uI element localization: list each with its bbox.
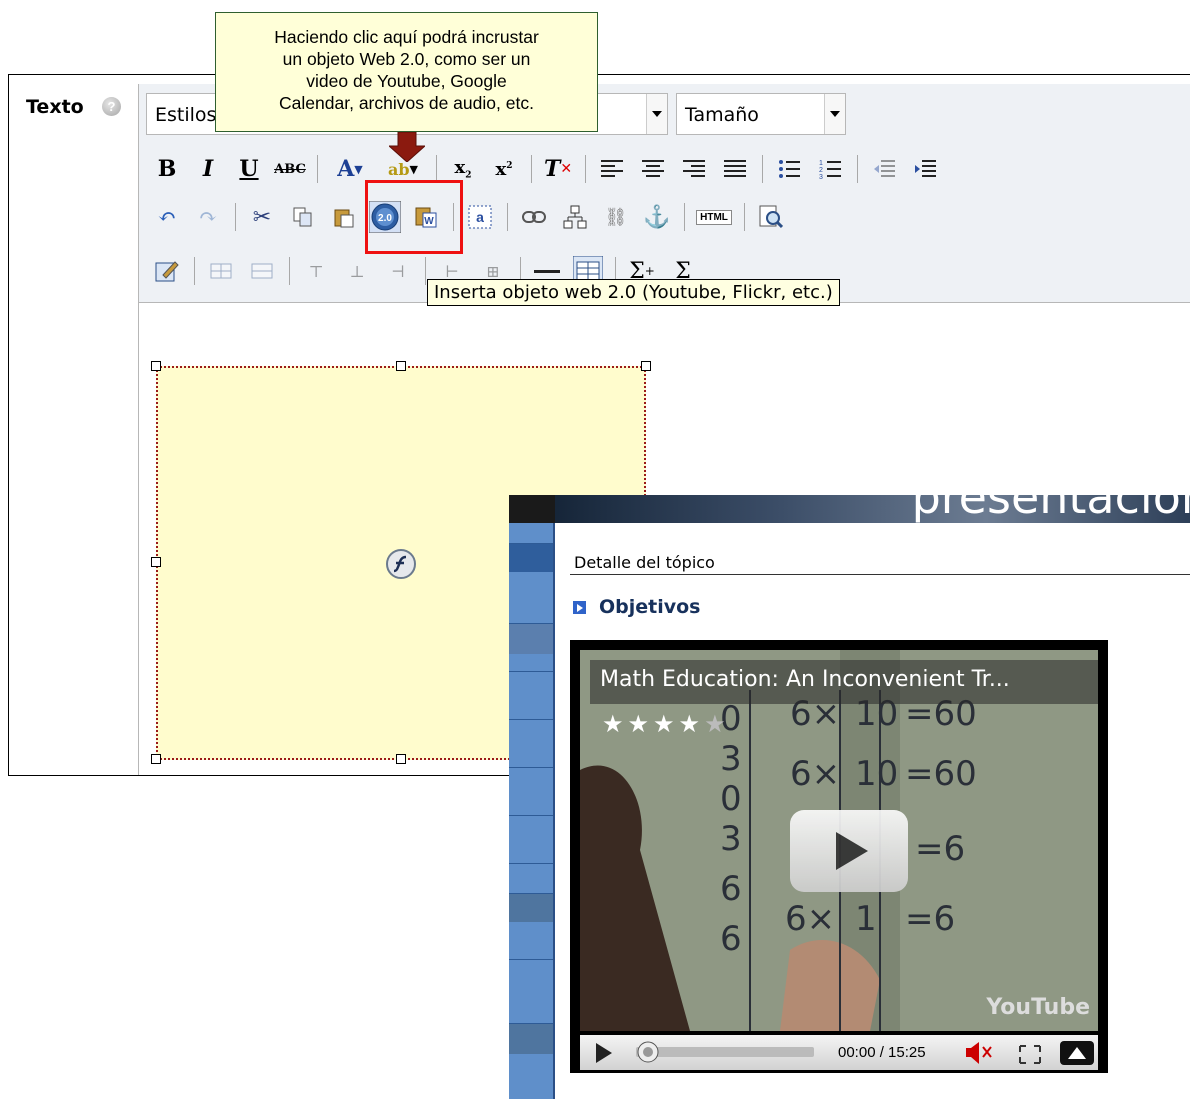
html-source-button[interactable]: HTML bbox=[694, 200, 734, 234]
play-icon[interactable] bbox=[596, 1043, 612, 1063]
size-select-value: Tamaño bbox=[685, 104, 759, 126]
align-right-icon[interactable] bbox=[677, 152, 711, 186]
resize-handle[interactable] bbox=[151, 557, 161, 567]
page-banner: presentación bbox=[509, 495, 1190, 524]
highlight-box bbox=[365, 180, 463, 254]
table-cell-icon[interactable] bbox=[245, 254, 279, 288]
svg-text:6: 6 bbox=[720, 869, 742, 909]
arrow-down-icon bbox=[389, 132, 425, 162]
styles-select-value: Estilos bbox=[155, 104, 217, 126]
subsection-title[interactable]: Objetivos bbox=[599, 596, 701, 618]
resize-handle[interactable] bbox=[396, 754, 406, 764]
play-square-icon bbox=[573, 601, 586, 614]
callout-line: video de Youtube, Google bbox=[306, 71, 507, 91]
html-label: HTML bbox=[696, 209, 732, 225]
fullscreen-icon[interactable] bbox=[1019, 1045, 1041, 1064]
edit-form-icon[interactable] bbox=[150, 254, 184, 288]
callout-line: un objeto Web 2.0, como ser un bbox=[282, 49, 531, 69]
video-title[interactable]: Math Education: An Inconvenient Tr... bbox=[590, 660, 1098, 704]
strikethrough-icon[interactable]: ABC bbox=[273, 152, 307, 186]
delete-row-icon[interactable]: ⊣ bbox=[381, 254, 415, 288]
banner-left bbox=[509, 495, 555, 523]
svg-text:1: 1 bbox=[855, 899, 877, 939]
redo-icon[interactable]: ↷ bbox=[191, 200, 225, 234]
chevron-down-icon[interactable] bbox=[824, 94, 845, 134]
callout-line: Calendar, archivos de audio, etc. bbox=[279, 93, 534, 113]
insert-row-after-icon[interactable]: ⊥ bbox=[340, 254, 374, 288]
svg-text:=6: =6 bbox=[905, 899, 955, 939]
align-center-icon[interactable] bbox=[636, 152, 670, 186]
play-button[interactable] bbox=[790, 810, 908, 892]
published-page-preview: presentación Detalle del tópico Objetivo… bbox=[509, 495, 1190, 1099]
cut-icon[interactable]: ✂ bbox=[245, 200, 279, 234]
banner-text: presentación bbox=[911, 495, 1190, 524]
left-sidebar bbox=[509, 523, 555, 1099]
divider bbox=[570, 574, 1190, 575]
youtube-logo: YouTube bbox=[986, 995, 1090, 1020]
svg-text:=6: =6 bbox=[915, 829, 965, 869]
size-select[interactable]: Tamaño bbox=[676, 93, 846, 135]
svg-text:3: 3 bbox=[720, 819, 742, 859]
indent-icon[interactable] bbox=[908, 152, 942, 186]
video-frame[interactable]: 6× 10 =60 6× 10 =60 =6 6× 1 =6 030 366 Math Ed… bbox=[580, 650, 1098, 1031]
video-time: 00:00 / 15:25 bbox=[838, 1044, 926, 1061]
superscript-icon[interactable]: x2 bbox=[487, 152, 521, 186]
svg-text:3: 3 bbox=[819, 174, 823, 179]
youtube-player[interactable]: 6× 10 =60 6× 10 =60 =6 6× 1 =6 030 366 Math Ed… bbox=[570, 640, 1108, 1073]
resize-handle[interactable] bbox=[151, 754, 161, 764]
link-icon[interactable] bbox=[517, 200, 551, 234]
play-icon bbox=[836, 832, 868, 870]
instruction-callout: Haciendo clic aquí podrá incrustar un ob… bbox=[215, 12, 598, 132]
field-label: Texto bbox=[26, 96, 84, 118]
svg-text:6×: 6× bbox=[785, 899, 835, 939]
resize-handle[interactable] bbox=[151, 361, 161, 371]
section-heading: Detalle del tópico bbox=[574, 553, 715, 572]
justify-icon[interactable] bbox=[718, 152, 752, 186]
table-row-icon[interactable] bbox=[204, 254, 238, 288]
svg-text:2: 2 bbox=[819, 167, 823, 174]
star-rating-icon: ★★★★★ bbox=[602, 711, 730, 738]
sitemap-icon[interactable] bbox=[558, 200, 592, 234]
remove-format-icon[interactable]: T ✕ bbox=[541, 152, 575, 186]
svg-text:a: a bbox=[476, 209, 484, 225]
flash-icon bbox=[386, 549, 416, 579]
player-controls: 00:00 / 15:25 bbox=[580, 1035, 1098, 1070]
svg-text:6×: 6× bbox=[790, 754, 840, 794]
tooltip: Inserta objeto web 2.0 (Youtube, Flickr,… bbox=[427, 279, 840, 306]
resize-handle[interactable] bbox=[396, 361, 406, 371]
italic-icon[interactable]: I bbox=[191, 152, 225, 186]
preview-icon[interactable] bbox=[754, 200, 788, 234]
unlink-icon[interactable]: ⛓ bbox=[599, 200, 633, 234]
svg-text:3: 3 bbox=[720, 739, 742, 779]
insert-row-before-icon[interactable]: ⊤ bbox=[299, 254, 333, 288]
chevron-down-icon[interactable] bbox=[646, 94, 667, 134]
callout-line: Haciendo clic aquí podrá incrustar bbox=[274, 27, 539, 47]
bold-icon[interactable]: B bbox=[150, 152, 184, 186]
undo-icon[interactable]: ↶ bbox=[150, 200, 184, 234]
resize-handle[interactable] bbox=[641, 361, 651, 371]
svg-text:=60: =60 bbox=[905, 754, 977, 794]
mute-icon[interactable] bbox=[966, 1042, 992, 1064]
help-icon[interactable]: ? bbox=[102, 97, 121, 116]
svg-text:1: 1 bbox=[819, 160, 823, 167]
paste-icon[interactable] bbox=[327, 200, 361, 234]
svg-text:10: 10 bbox=[855, 754, 898, 794]
numbered-list-icon[interactable]: 123 bbox=[813, 152, 847, 186]
underline-icon[interactable]: U bbox=[232, 152, 266, 186]
align-left-icon[interactable] bbox=[595, 152, 629, 186]
select-all-icon[interactable]: a bbox=[463, 200, 497, 234]
svg-text:6: 6 bbox=[720, 919, 742, 959]
anchor-icon[interactable]: ⚓ bbox=[640, 200, 674, 234]
bullet-list-icon[interactable] bbox=[772, 152, 806, 186]
outdent-icon[interactable] bbox=[867, 152, 901, 186]
svg-text:0: 0 bbox=[720, 779, 742, 819]
copy-icon[interactable] bbox=[286, 200, 320, 234]
